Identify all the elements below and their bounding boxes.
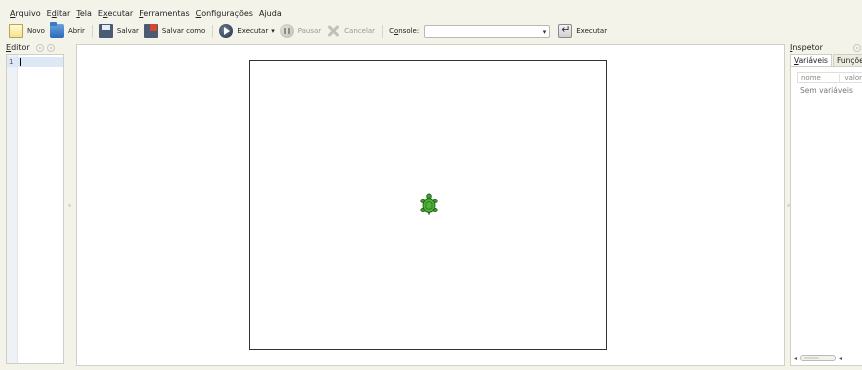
floppy-disk-icon [98, 24, 113, 38]
menu-bar: Arquivo Editar Tela Executar Ferramentas… [0, 8, 862, 20]
menu-configuracoes[interactable]: Configurações [196, 8, 253, 20]
menu-ajuda[interactable]: Ajuda [259, 8, 282, 20]
inspector-title-label: nspetor [792, 43, 823, 52]
inspector-panel: nome valor Sem variáveis ◂ ◂ [790, 66, 862, 366]
pause-button-label: Pausar [297, 27, 322, 35]
code-editor[interactable]: 1 [6, 54, 64, 364]
menu-editar-label: itar [56, 9, 71, 18]
toolbar-separator [382, 24, 384, 38]
line-number-gutter [7, 55, 18, 363]
toolbar-separator [212, 24, 214, 38]
pause-button[interactable]: Pausar [279, 23, 322, 39]
tab-variables-label: ariáveis [798, 56, 828, 65]
toolbar-separator [91, 24, 93, 38]
new-button-label: Novo [27, 27, 45, 35]
menu-configuracoes-label: onfigurações [201, 9, 253, 18]
menu-editar[interactable]: Editar [47, 8, 71, 20]
close-panel-icon[interactable] [46, 43, 55, 52]
horizontal-scrollbar[interactable]: ◂ ◂ [794, 354, 862, 362]
save-as-icon [143, 24, 158, 38]
console-label: Co nsole: [389, 23, 419, 39]
new-file-icon [9, 24, 23, 38]
empty-variables-text: Sem variáveis [800, 86, 853, 95]
inspector-tabs: Variáveis Funções [790, 54, 862, 66]
column-header-value[interactable]: valor [840, 74, 862, 82]
scroll-left-icon[interactable]: ◂ [839, 355, 842, 362]
open-button-label: Abrir [67, 27, 85, 35]
editor-title-label: ditor [11, 43, 30, 52]
float-panel-icon[interactable] [35, 43, 44, 52]
text-caret [20, 58, 21, 66]
console-combobox[interactable]: ▾ [424, 24, 551, 38]
tab-functions[interactable]: Funções [832, 54, 862, 66]
new-button[interactable]: Novo [9, 23, 45, 39]
pause-icon [279, 24, 294, 38]
save-button-label: Salvar [116, 27, 139, 35]
drawing-area[interactable] [76, 44, 785, 366]
current-line-highlight [7, 57, 63, 67]
menu-executar[interactable]: Executar [98, 8, 133, 20]
scrollbar-thumb[interactable] [804, 357, 820, 359]
run-button-label: Executar [237, 27, 269, 35]
scroll-left-icon[interactable]: ◂ [794, 355, 797, 362]
tab-variables[interactable]: Variáveis [790, 54, 832, 66]
cancel-button-label: Cancelar [344, 27, 376, 35]
float-panel-icon[interactable] [852, 43, 861, 52]
save-as-button-label: Salvar como [161, 27, 206, 35]
execute-button[interactable]: Executar [558, 23, 607, 39]
editor-panel-title: Editor [6, 42, 55, 53]
menu-arquivo-label: rquivo [15, 9, 41, 18]
turtle-canvas[interactable] [249, 60, 607, 350]
save-button[interactable]: Salvar [98, 23, 139, 39]
chevron-down-icon[interactable]: ▾ [271, 27, 275, 35]
cancel-button[interactable]: Cancelar [326, 23, 375, 39]
menu-executar-label: ecutar [107, 9, 134, 18]
scrollbar-trough[interactable] [800, 355, 837, 361]
tab-functions-label: Funções [836, 56, 862, 65]
line-number: 1 [9, 58, 14, 66]
menu-tela-label: ela [79, 9, 92, 18]
run-button[interactable]: Executar ▾ [219, 23, 275, 39]
enter-icon [558, 23, 573, 38]
chevron-down-icon[interactable]: ▾ [543, 28, 547, 36]
toolbar: Novo Abrir Salvar Salvar como Executar ▾… [0, 22, 862, 40]
console-label-text: nsole: [398, 27, 420, 35]
variables-table-header: nome valor [797, 72, 862, 83]
open-folder-icon [49, 22, 64, 38]
execute-button-label: Executar [576, 27, 608, 35]
column-header-name[interactable]: nome [798, 73, 841, 82]
turtle-icon [420, 193, 438, 216]
menu-ferramentas-label: erramentas [143, 9, 190, 18]
inspector-panel-title: Inspetor [790, 42, 861, 53]
cancel-icon [326, 24, 340, 38]
menu-ajuda-label: Ajuda [258, 9, 282, 18]
open-button[interactable]: Abrir [49, 22, 85, 39]
menu-arquivo[interactable]: Arquivo [10, 8, 41, 20]
menu-ferramentas[interactable]: Ferramentas [139, 8, 189, 20]
save-as-button[interactable]: Salvar como [143, 23, 206, 39]
menu-tela[interactable]: Tela [76, 8, 92, 20]
left-splitter-handle[interactable] [68, 204, 71, 207]
play-icon [219, 24, 234, 38]
